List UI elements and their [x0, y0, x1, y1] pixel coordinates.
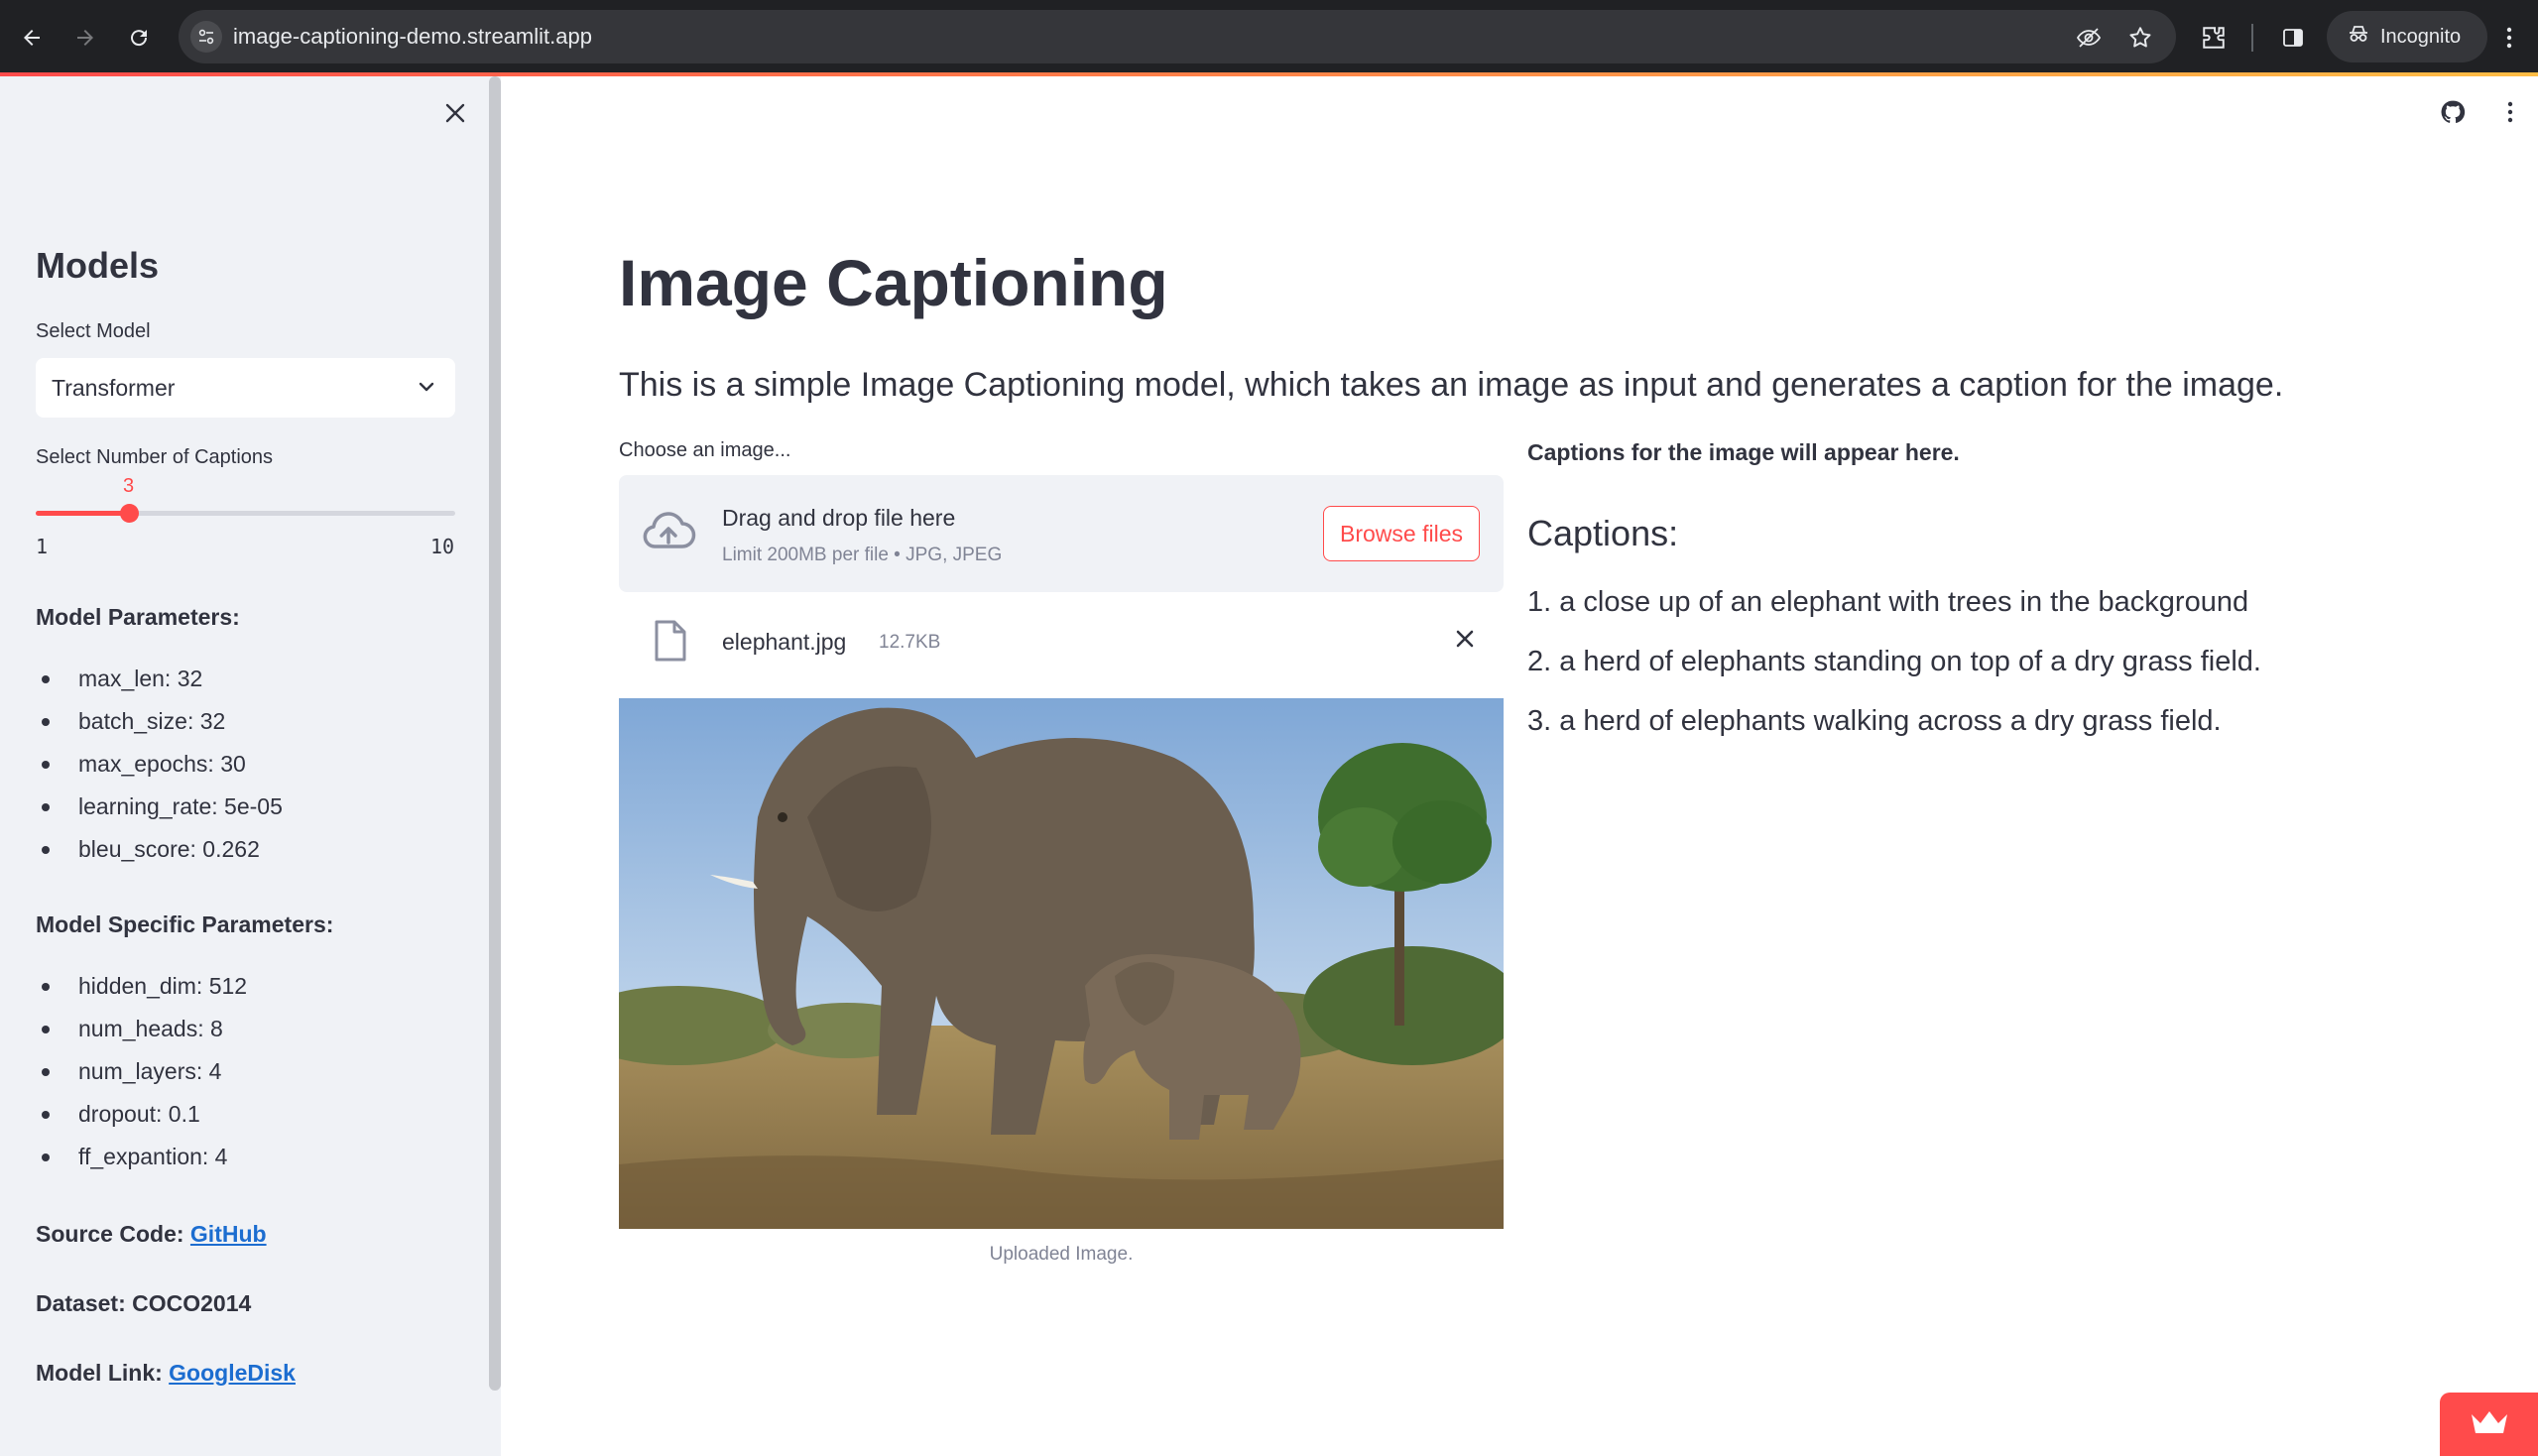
slider-fill [36, 511, 129, 516]
uploaded-image [619, 698, 1504, 1229]
file-icon [654, 619, 687, 667]
github-icon[interactable] [2435, 94, 2471, 130]
list-item: num_layers: 4 [36, 1050, 247, 1093]
uploader-label: Choose an image... [619, 439, 791, 461]
browser-toolbar: image-captioning-demo.streamlit.app Inco… [0, 0, 2538, 74]
model-select-value: Transformer [52, 375, 176, 401]
address-bar[interactable]: image-captioning-demo.streamlit.app [179, 10, 2176, 63]
slider-current-value: 3 [123, 475, 135, 497]
captions-slider-label: Select Number of Captions [36, 446, 274, 468]
googledisk-link[interactable]: GoogleDisk [169, 1360, 296, 1386]
reload-icon[interactable] [119, 18, 159, 58]
eye-off-icon[interactable] [2073, 22, 2105, 54]
uploaded-file-size: 12.7KB [879, 632, 941, 653]
model-specific-parameters-heading: Model Specific Parameters: [36, 911, 334, 937]
list-item: hidden_dim: 512 [36, 965, 247, 1008]
list-item: batch_size: 32 [36, 700, 283, 743]
incognito-icon [2347, 22, 2370, 52]
cloud-upload-icon [641, 511, 696, 559]
incognito-label: Incognito [2380, 25, 2462, 48]
crown-icon [2469, 1408, 2510, 1441]
list-item: num_heads: 8 [36, 1008, 247, 1050]
main-content: Image Captioning This is a simple Image … [501, 76, 2538, 1456]
dropzone-limit: Limit 200MB per file • JPG, JPEG [722, 545, 1003, 565]
list-item: max_len: 32 [36, 658, 283, 700]
forward-arrow-icon[interactable] [65, 18, 105, 58]
list-item: bleu_score: 0.262 [36, 828, 283, 871]
captions-note: Captions for the image will appear here. [1527, 439, 1960, 465]
model-parameters-list: max_len: 32 batch_size: 32 max_epochs: 3… [36, 658, 283, 871]
caption-item: 2. a herd of elephants standing on top o… [1527, 646, 2261, 677]
list-item: learning_rate: 5e-05 [36, 786, 283, 828]
browse-files-button[interactable]: Browse files [1323, 506, 1480, 561]
caption-item: 1. a close up of an elephant with trees … [1527, 586, 2249, 618]
caption-item: 3. a herd of elephants walking across a … [1527, 705, 2222, 737]
model-parameters-heading: Model Parameters: [36, 604, 240, 630]
chevron-down-icon [416, 376, 437, 403]
model-link-line: Model Link: GoogleDisk [36, 1360, 296, 1387]
close-sidebar-icon[interactable] [436, 94, 474, 132]
sidebar: Models Select Model Transformer Select N… [0, 76, 501, 1456]
list-item: ff_expantion: 4 [36, 1136, 247, 1178]
model-specific-parameters-list: hidden_dim: 512 num_heads: 8 num_layers:… [36, 965, 247, 1178]
list-item: dropout: 0.1 [36, 1093, 247, 1136]
captions-list: 1. a close up of an elephant with trees … [1527, 572, 2261, 751]
captions-heading: Captions: [1527, 513, 1679, 553]
file-dropzone[interactable]: Drag and drop file here Limit 200MB per … [619, 475, 1504, 592]
github-link[interactable]: GitHub [190, 1221, 267, 1247]
side-panel-icon[interactable] [2273, 18, 2313, 58]
main-menu-icon[interactable] [2492, 94, 2528, 130]
url-text[interactable]: image-captioning-demo.streamlit.app [233, 24, 592, 50]
select-model-label: Select Model [36, 320, 151, 342]
model-select[interactable]: Transformer [36, 358, 455, 418]
star-icon[interactable] [2124, 22, 2156, 54]
list-item: max_epochs: 30 [36, 743, 283, 786]
dropzone-instruction: Drag and drop file here [722, 505, 956, 531]
uploaded-file-row: elephant.jpg 12.7KB [619, 607, 1504, 681]
streamlit-badge[interactable] [2440, 1393, 2538, 1456]
sidebar-scrollbar[interactable] [489, 76, 501, 1391]
slider-min-label: 1 [36, 535, 49, 558]
source-code-line: Source Code: GitHub [36, 1221, 267, 1248]
site-info-icon[interactable] [190, 21, 222, 53]
toolbar-divider [2251, 24, 2253, 52]
dataset-line: Dataset: COCO2014 [36, 1290, 252, 1316]
slider-max-label: 10 [430, 535, 455, 558]
source-code-label: Source Code: [36, 1221, 184, 1247]
sidebar-heading: Models [36, 245, 160, 286]
remove-file-icon[interactable] [1454, 628, 1476, 655]
slider-thumb[interactable] [120, 504, 139, 523]
kebab-menu-icon[interactable] [2494, 18, 2524, 58]
model-link-label: Model Link: [36, 1360, 163, 1386]
extensions-icon[interactable] [2194, 18, 2234, 58]
page-subtitle: This is a simple Image Captioning model,… [619, 366, 2284, 404]
incognito-badge[interactable]: Incognito [2327, 11, 2487, 62]
uploaded-file-name: elephant.jpg [722, 629, 847, 655]
back-arrow-icon[interactable] [12, 18, 52, 58]
image-caption: Uploaded Image. [989, 1244, 1134, 1265]
page-title: Image Captioning [619, 246, 1168, 319]
